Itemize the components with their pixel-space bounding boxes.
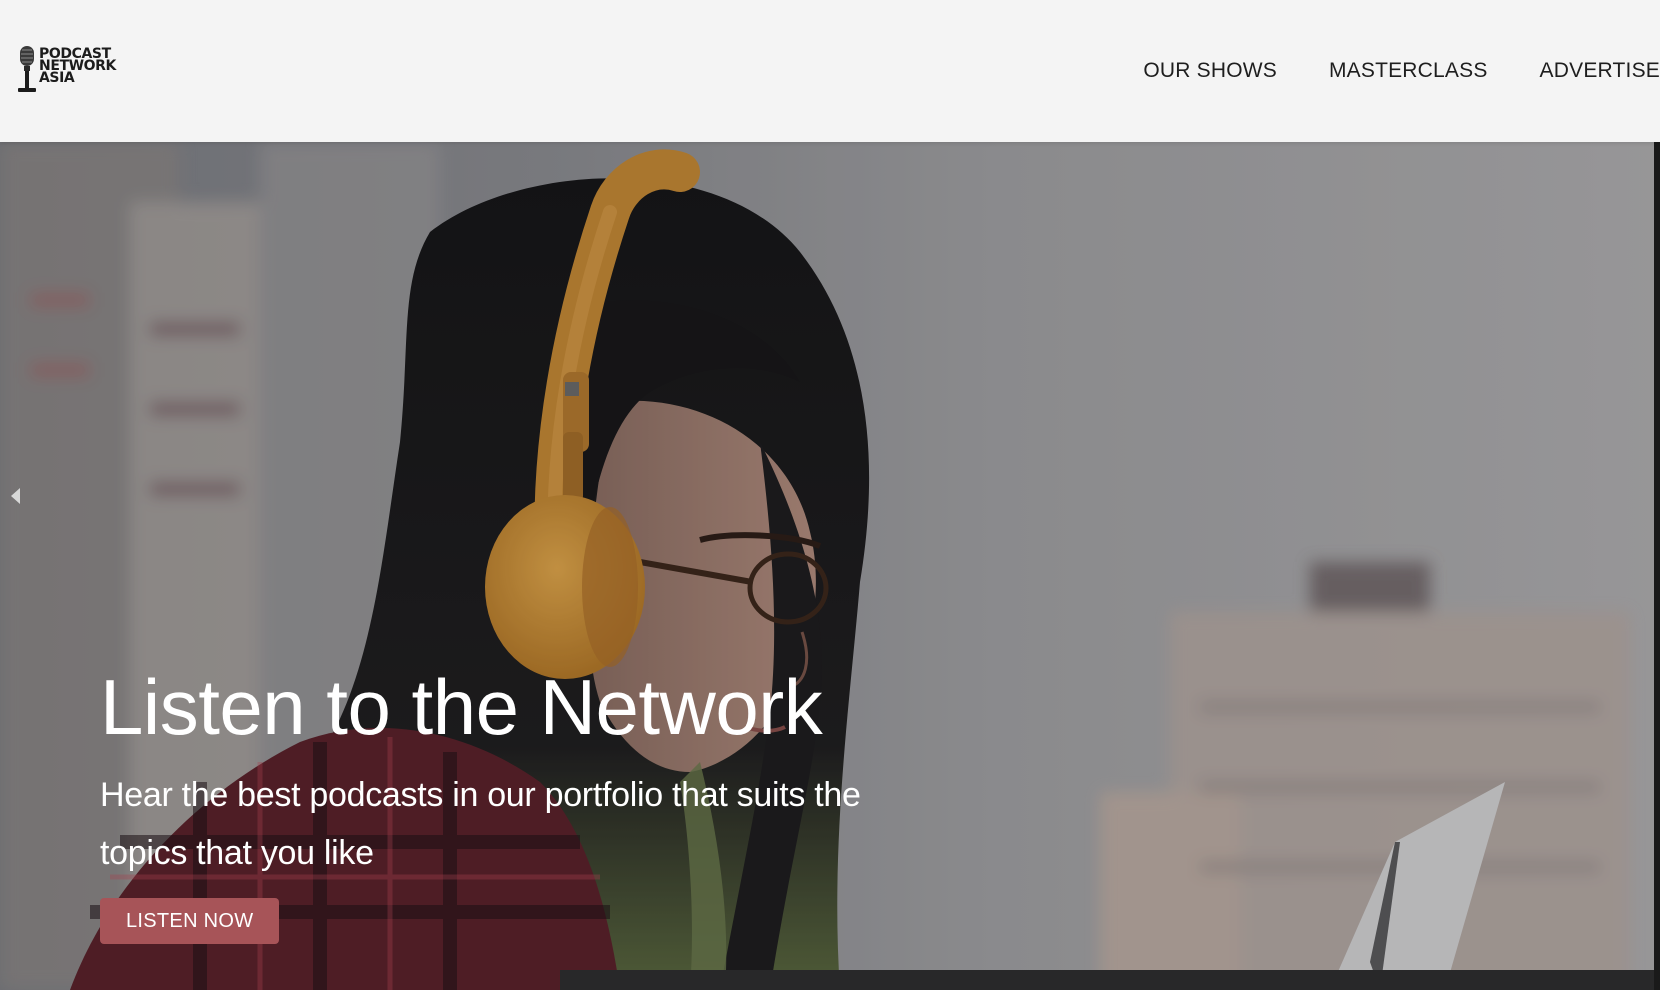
- chevron-left-icon[interactable]: [8, 486, 22, 506]
- site-header: PODCAST NETWORK ASIA OUR SHOWS MASTERCLA…: [0, 0, 1660, 142]
- nav-item-advertise[interactable]: ADVERTISE: [1540, 59, 1660, 83]
- hero-content: Listen to the Network Hear the best podc…: [100, 662, 900, 944]
- microphone-icon: [18, 46, 36, 92]
- nav-item-our-shows[interactable]: OUR SHOWS: [1143, 59, 1277, 83]
- nav-item-masterclass[interactable]: MASTERCLASS: [1329, 59, 1488, 83]
- hero-title: Listen to the Network: [100, 663, 823, 751]
- hero-subtitle: Hear the best podcasts in our portfolio …: [100, 776, 861, 872]
- logo-wordmark: PODCAST NETWORK ASIA: [39, 47, 116, 85]
- main-nav: OUR SHOWS MASTERCLASS ADVERTISE: [1143, 56, 1660, 86]
- site-logo[interactable]: PODCAST NETWORK ASIA: [16, 46, 126, 94]
- listen-now-button[interactable]: LISTEN NOW: [100, 898, 280, 944]
- page: PODCAST NETWORK ASIA OUR SHOWS MASTERCLA…: [0, 0, 1660, 990]
- window-frame: [1654, 142, 1660, 990]
- hero-banner: Listen to the Network Hear the best podc…: [0, 142, 1660, 990]
